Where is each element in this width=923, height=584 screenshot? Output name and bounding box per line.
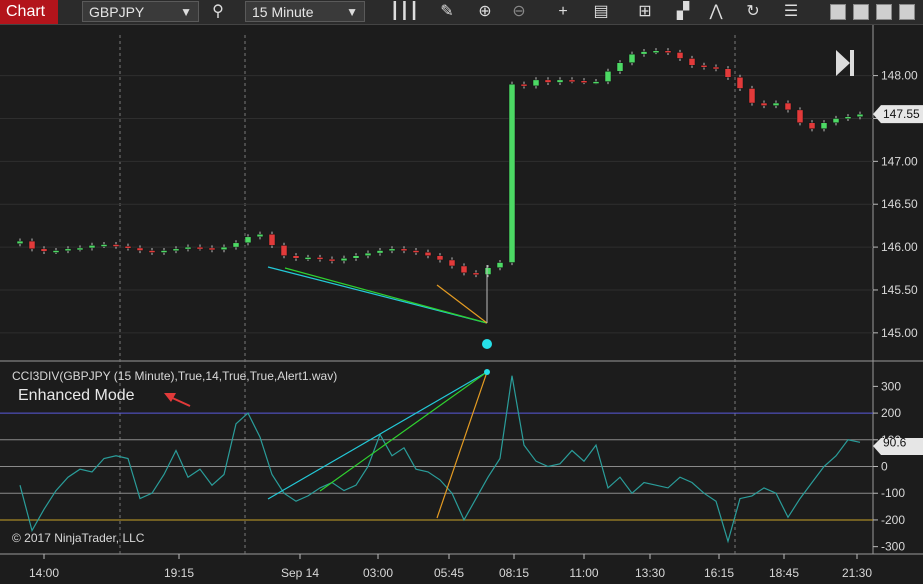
price-tick-label: 145.50 <box>881 283 918 297</box>
time-axis: 14:00 19:15 Sep 14 03:00 05:45 08:15 11:00 13:3… <box>29 554 872 580</box>
indicator-tick-label: -300 <box>881 540 905 554</box>
window-button[interactable] <box>876 4 892 20</box>
time-tick-label: 03:00 <box>363 566 393 580</box>
zoom-in-icon[interactable]: ⊕ <box>474 2 496 22</box>
indicator-tick-label: 200 <box>881 406 901 420</box>
candle <box>748 85 756 106</box>
candle <box>796 107 804 126</box>
price-tick-label: 146.00 <box>881 240 918 254</box>
time-tick-label: 21:30 <box>842 566 872 580</box>
pencil-icon[interactable]: ✎ <box>436 2 458 22</box>
price-tick-label: 146.50 <box>881 197 918 211</box>
price-tick-label: 147.00 <box>881 154 918 168</box>
chevron-down-icon: ▼ <box>180 5 192 19</box>
time-tick-label: 13:30 <box>635 566 665 580</box>
price-tick-label: 148.00 <box>881 69 918 83</box>
time-tick-label: 18:45 <box>769 566 799 580</box>
drawing-tools-icon[interactable]: ⋀ <box>705 2 727 22</box>
indicator-tick-label: -100 <box>881 486 905 500</box>
time-tick-label: 11:00 <box>569 566 598 580</box>
chart-area[interactable]: 148.00147.50147.00146.50146.00145.50145.… <box>0 25 923 584</box>
window-button[interactable] <box>853 4 869 20</box>
indicator-tick-label: -200 <box>881 513 905 527</box>
chart-tab[interactable]: Chart <box>0 0 58 24</box>
copyright: © 2017 NinjaTrader, LLC <box>12 531 145 545</box>
data-box-icon[interactable]: ▤ <box>590 2 612 22</box>
zoom-out-icon[interactable]: ⊖ <box>508 2 530 22</box>
candle <box>736 74 744 92</box>
last-price-marker: 147.55 <box>873 105 923 124</box>
price-tick-label: 145.00 <box>881 326 918 340</box>
indicator-signal-dot <box>484 369 490 375</box>
crosshair-icon[interactable]: + <box>552 2 574 22</box>
indicator-tick-label: 0 <box>881 460 888 474</box>
window-button[interactable] <box>830 4 846 20</box>
time-tick-label: 05:45 <box>434 566 464 580</box>
svg-text:90.6: 90.6 <box>883 435 907 449</box>
candle <box>508 81 516 266</box>
instrument-select[interactable]: GBPJPY ▼ <box>82 1 199 22</box>
interval-select[interactable]: 15 Minute ▼ <box>245 1 365 22</box>
indicators-icon[interactable]: ⊞ <box>634 2 656 22</box>
time-tick-label: 16:15 <box>704 566 734 580</box>
indicator-title: CCI3DIV(GBPJPY (15 Minute),True,14,True,… <box>12 369 337 383</box>
search-icon[interactable]: ⚲ <box>207 2 229 22</box>
time-tick-label: 08:15 <box>499 566 529 580</box>
indicator-axis: 3002001000-100-200-300 <box>873 379 905 554</box>
chart-toolbar: Chart GBPJPY ▼ ⚲ 15 Minute ▼ ┃┃┃ ✎ ⊕ ⊖ +… <box>0 0 923 25</box>
svg-text:147.55: 147.55 <box>883 107 920 121</box>
time-tick-label: Sep 14 <box>281 566 319 580</box>
properties-icon[interactable]: ☰ <box>780 2 802 22</box>
time-tick-label: 14:00 <box>29 566 59 580</box>
reload-icon[interactable]: ↻ <box>742 2 764 22</box>
bar-type-icon[interactable]: ┃┃┃ <box>390 2 419 22</box>
interval-value: 15 Minute <box>252 4 314 20</box>
instrument-value: GBPJPY <box>89 4 145 20</box>
chevron-down-icon: ▼ <box>346 5 358 19</box>
indicator-tick-label: 300 <box>881 379 901 393</box>
signal-dot <box>482 339 492 349</box>
time-tick-label: 19:15 <box>164 566 194 580</box>
enhanced-mode-label: Enhanced Mode <box>18 387 135 404</box>
candle <box>268 231 276 248</box>
window-button[interactable] <box>899 4 915 20</box>
strategies-icon[interactable]: ▞ <box>672 2 694 22</box>
